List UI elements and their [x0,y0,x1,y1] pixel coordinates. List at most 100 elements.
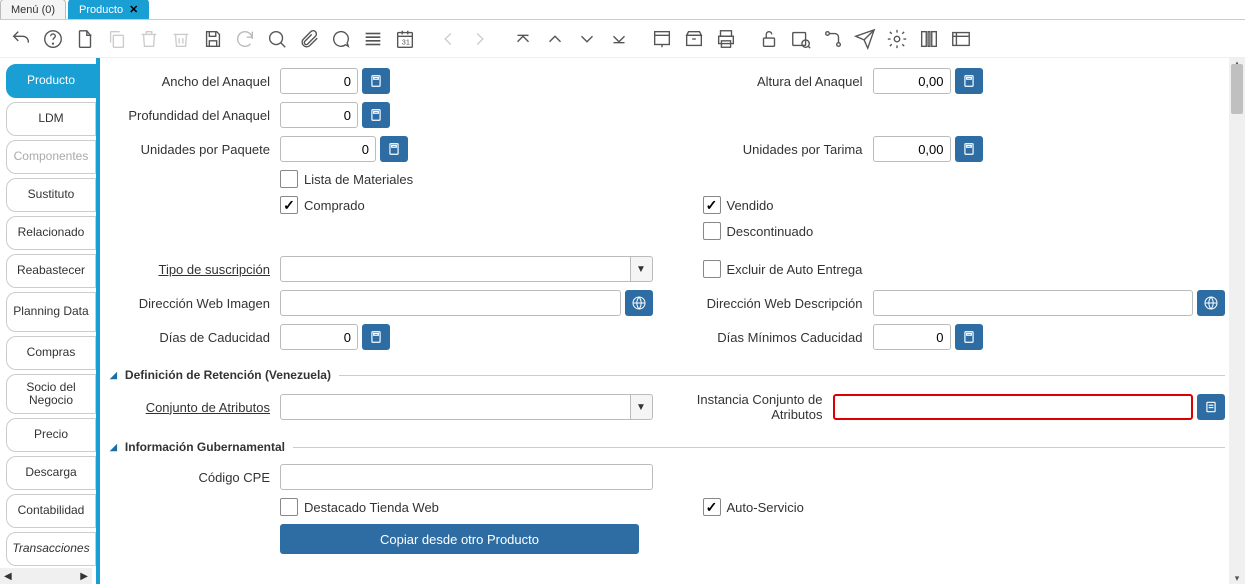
date-icon[interactable]: 31 [394,28,416,50]
save-icon[interactable] [202,28,224,50]
chat-icon[interactable] [330,28,352,50]
tab-producto[interactable]: Producto ✕ [68,0,149,19]
sidetab-sustituto[interactable]: Sustituto [6,178,96,212]
calc-icon[interactable] [362,324,390,350]
sidetab-precio[interactable]: Precio [6,418,96,452]
label-dir-imagen: Dirección Web Imagen [110,296,280,311]
down-icon[interactable] [576,28,598,50]
checkbox-descontinuado[interactable] [703,222,721,240]
tab-menu[interactable]: Menú (0) [0,0,66,19]
vertical-scrollbar[interactable]: ▴ ▾ [1229,58,1245,584]
report-icon[interactable] [651,28,673,50]
side-scrollbar[interactable]: ◀▶ [0,568,92,584]
checkbox-comprado[interactable] [280,196,298,214]
delete-icon [138,28,160,50]
calc-icon[interactable] [955,324,983,350]
label-codigo-cpe: Código CPE [110,470,280,485]
label-instancia-conjunto: Instancia Conjunto de Atributos [683,392,833,422]
input-codigo-cpe[interactable] [280,464,653,490]
input-instancia-conjunto[interactable] [833,394,1194,420]
checkbox-destacado-tienda[interactable] [280,498,298,516]
lock-icon[interactable] [758,28,780,50]
svg-text:31: 31 [402,37,410,46]
calc-icon[interactable] [955,136,983,162]
globe-icon[interactable] [625,290,653,316]
zoom-across-icon[interactable] [790,28,812,50]
section-gubernamental[interactable]: Información Gubernamental [110,440,1225,454]
request-icon[interactable] [854,28,876,50]
process-icon[interactable] [950,28,972,50]
calc-icon[interactable] [955,68,983,94]
label-excluir-auto: Excluir de Auto Entrega [727,262,863,277]
label-altura: Altura del Anaquel [683,74,873,89]
sidetab-producto[interactable]: Producto [6,64,96,98]
label-lista-materiales: Lista de Materiales [304,172,413,187]
checkbox-lista-materiales[interactable] [280,170,298,188]
calc-icon[interactable] [362,102,390,128]
label-destacado-tienda: Destacado Tienda Web [304,500,439,515]
sidetab-ldm[interactable]: LDM [6,102,96,136]
multi-view-icon[interactable] [362,28,384,50]
help-icon[interactable] [42,28,64,50]
checkbox-excluir-auto[interactable] [703,260,721,278]
calc-icon[interactable] [380,136,408,162]
undo-icon[interactable] [10,28,32,50]
sidetab-descarga[interactable]: Descarga [6,456,96,490]
input-dir-desc[interactable] [873,290,1194,316]
sidetab-compras[interactable]: Compras [6,336,96,370]
sidetab-planning[interactable]: Planning Data [6,292,96,332]
print-icon[interactable] [715,28,737,50]
tab-producto-label: Producto [79,4,123,16]
sidetab-componentes[interactable]: Componentes [6,140,96,174]
sidetab-reabastecer[interactable]: Reabastecer [6,254,96,288]
copy-from-product-button[interactable]: Copiar desde otro Producto [280,524,639,554]
label-auto-servicio: Auto-Servicio [727,500,804,515]
checkbox-auto-servicio[interactable] [703,498,721,516]
label-unidades-paquete: Unidades por Paquete [110,142,280,157]
gear-icon[interactable] [886,28,908,50]
input-unidades-tarima[interactable] [873,136,951,162]
input-profundidad[interactable] [280,102,358,128]
input-altura[interactable] [873,68,951,94]
label-conjunto-atributos: Conjunto de Atributos [110,400,280,415]
attributes-icon[interactable] [1197,394,1225,420]
chevron-down-icon[interactable]: ▼ [631,256,653,282]
input-ancho[interactable] [280,68,358,94]
label-ancho: Ancho del Anaquel [110,74,280,89]
sidetab-contabilidad[interactable]: Contabilidad [6,494,96,528]
side-tabs: Producto LDM Componentes Sustituto Relac… [0,58,100,584]
new-icon[interactable] [74,28,96,50]
delete-selected-icon [170,28,192,50]
next-icon [469,28,491,50]
up-icon[interactable] [544,28,566,50]
attach-icon[interactable] [298,28,320,50]
search-icon[interactable] [266,28,288,50]
input-dir-imagen[interactable] [280,290,621,316]
form-panel: Ancho del Anaquel Altura del Anaquel [100,58,1245,584]
label-descontinuado: Descontinuado [727,224,814,239]
sidetab-socio[interactable]: Socio del Negocio [6,374,96,414]
label-unidades-tarima: Unidades por Tarima [683,142,873,157]
refresh-icon[interactable] [234,28,256,50]
select-tipo-suscripcion[interactable] [280,256,631,282]
first-icon[interactable] [512,28,534,50]
calc-icon[interactable] [362,68,390,94]
input-dias-min[interactable] [873,324,951,350]
last-icon[interactable] [608,28,630,50]
input-unidades-paquete[interactable] [280,136,376,162]
input-dias-caducidad[interactable] [280,324,358,350]
sidetab-relacionado[interactable]: Relacionado [6,216,96,250]
label-dias-caducidad: Días de Caducidad [110,330,280,345]
sidetab-transacciones[interactable]: Transacciones [6,532,96,566]
archive-icon[interactable] [683,28,705,50]
globe-icon[interactable] [1197,290,1225,316]
product-info-icon[interactable] [918,28,940,50]
workflow-icon[interactable] [822,28,844,50]
checkbox-vendido[interactable] [703,196,721,214]
toolbar: 31 [0,20,1245,58]
section-retencion[interactable]: Definición de Retención (Venezuela) [110,368,1225,382]
close-icon[interactable]: ✕ [129,3,138,16]
select-conjunto-atributos[interactable] [280,394,631,420]
chevron-down-icon[interactable]: ▼ [631,394,653,420]
label-vendido: Vendido [727,198,774,213]
